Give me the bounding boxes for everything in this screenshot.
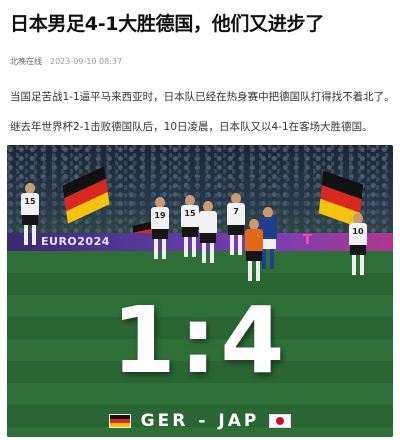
- japan-flag-icon: [269, 414, 292, 428]
- team-away-label: JAP: [218, 411, 260, 431]
- article-paragraph-2: 继去年世界杯2-1击败德国队后，10日凌晨，日本队又以4-1在客场大胜德国。: [10, 121, 373, 133]
- player: 15: [19, 183, 41, 245]
- article-paragraph-1: 当国足苦战1-1逼平马来西亚时，日本队已经在热身赛中把德国队打得找不着北了。: [10, 91, 395, 103]
- player: [197, 201, 219, 263]
- article-datetime: 2023-09-10 08:37: [50, 56, 123, 66]
- article-source[interactable]: 北晚在线: [10, 56, 42, 67]
- match-score: 1:4: [111, 287, 289, 394]
- match-photo: EURO2024 T 15 19 15 7 10 1:4 GER - JAP: [7, 145, 393, 437]
- shirt-number: 7: [233, 207, 239, 216]
- article-title: 日本男足4-1大胜德国，他们又进步了: [10, 13, 324, 35]
- team-home-label: GER: [140, 411, 189, 431]
- shirt-number: 10: [352, 227, 364, 236]
- sponsor-logo: T: [303, 233, 312, 248]
- shirt-number: 19: [154, 211, 166, 220]
- germany-flag-icon: [108, 414, 131, 428]
- article-meta: 北晚在线 2023-09-10 08:37: [10, 54, 390, 68]
- board-text: EURO2024: [41, 235, 110, 248]
- shirt-number: 15: [24, 197, 36, 206]
- player: [243, 219, 265, 281]
- player: 10: [347, 213, 369, 275]
- teams-row: GER - JAP: [7, 411, 393, 431]
- team-separator: -: [198, 411, 209, 431]
- player: 19: [149, 197, 171, 259]
